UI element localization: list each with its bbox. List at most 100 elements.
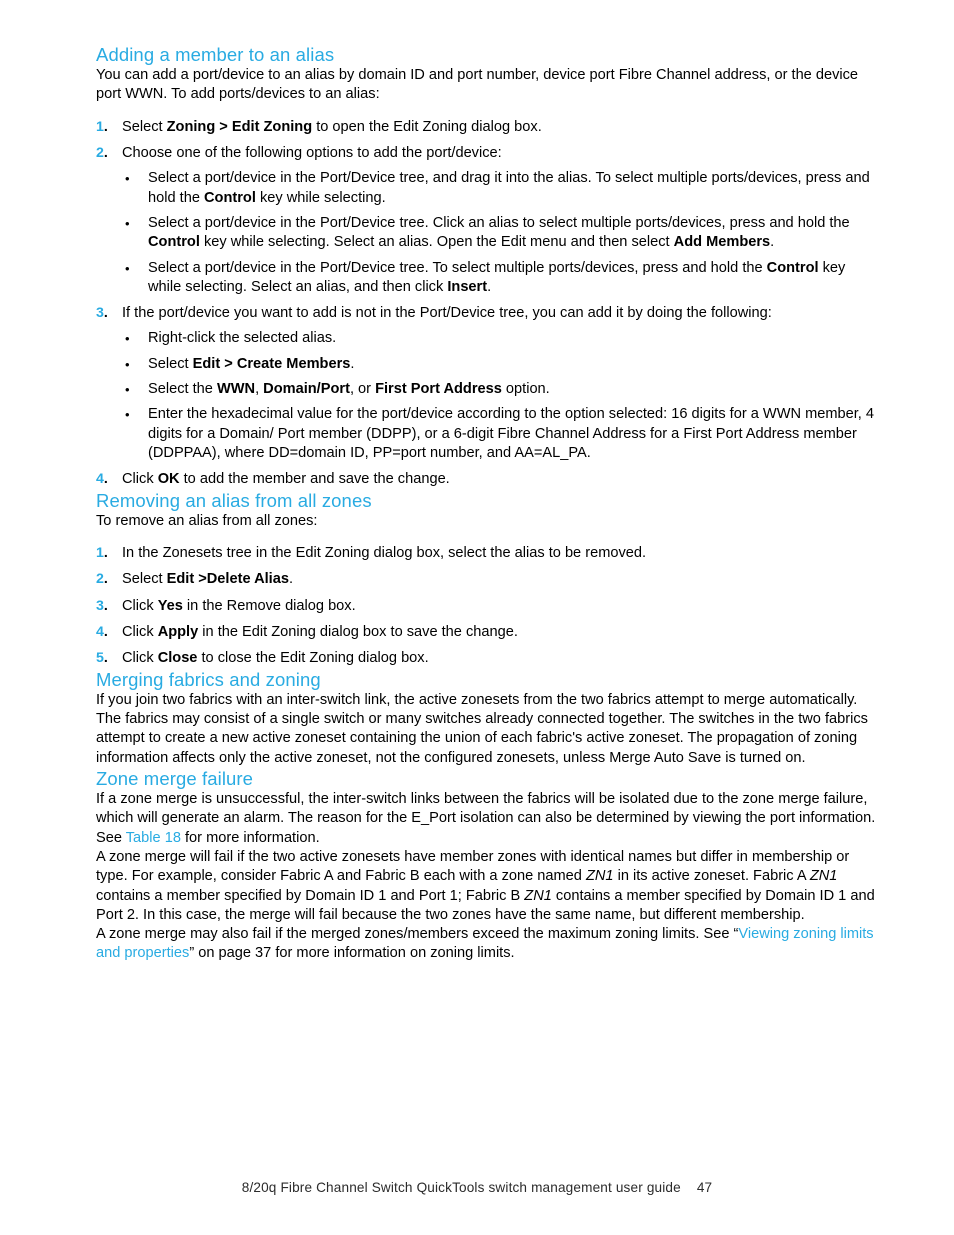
text-run: for more information. [180, 829, 320, 846]
page-content: Adding a member to an alias You can add … [96, 44, 882, 964]
text-run: Right-click the selected alias. [148, 330, 337, 347]
bullet-icon: • [125, 260, 130, 276]
text-run: in its active zoneset. Fabric A [613, 868, 810, 885]
steps-removing-an-alias: 1. In the Zonesets tree in the Edit Zoni… [96, 544, 882, 668]
list-item: • Select a port/device in the Port/Devic… [122, 259, 882, 298]
list-marker: 5. [96, 650, 108, 667]
list-marker: 2. [96, 145, 108, 162]
bullet-icon: • [125, 171, 130, 187]
bold-text: Add Members [673, 234, 771, 251]
text-run: contains a member specified by Domain ID… [96, 887, 525, 904]
list-item-text: Click Close to close the Edit Zoning dia… [122, 650, 429, 666]
paragraph-zone-merge-failure-1: If a zone merge is unsuccessful, the int… [96, 790, 882, 848]
list-marker-period: . [103, 145, 108, 162]
list-marker-period: . [103, 305, 108, 322]
list-item: • Select the WWN, Domain/Port, or First … [122, 380, 882, 399]
text-run: A zone merge may also fail if the merged… [96, 926, 739, 943]
text-run: to open the Edit Zoning dialog box. [312, 118, 542, 135]
text-run: in the Edit Zoning dialog box to save th… [198, 623, 518, 640]
bullet-text: Select a port/device in the Port/Device … [148, 170, 870, 205]
text-run: Select [122, 118, 167, 135]
sub-bullets: • Select a port/device in the Port/Devic… [122, 169, 882, 297]
text-run: to add the member and save the change. [179, 471, 450, 488]
bold-text: Control [148, 234, 200, 251]
text-run: key while selecting. [255, 189, 386, 206]
list-item-text: Choose one of the following options to a… [122, 145, 502, 161]
list-item: 4. Click Apply in the Edit Zoning dialog… [96, 623, 882, 642]
list-item: 5. Click Close to close the Edit Zoning … [96, 649, 882, 668]
sub-bullets: • Right-click the selected alias. • Sele… [122, 329, 882, 463]
list-item: 4. Click OK to add the member and save t… [96, 470, 882, 489]
text-run: Select the [148, 381, 217, 398]
bold-text: Control [766, 259, 819, 276]
list-item: 1. In the Zonesets tree in the Edit Zoni… [96, 544, 882, 563]
footer-title: 8/20q Fibre Channel Switch QuickTools sw… [241, 1180, 681, 1195]
bold-text: Insert [447, 278, 488, 295]
text-run: to close the Edit Zoning dialog box. [197, 650, 429, 667]
list-item-text: Select Edit >Delete Alias. [122, 571, 293, 587]
text-run: , or [349, 381, 376, 398]
bold-text: Zoning > Edit Zoning [166, 118, 313, 135]
cross-reference-link[interactable]: Table 18 [126, 830, 181, 846]
bullet-text: Right-click the selected alias. [148, 330, 336, 346]
page-number: 47 [696, 1180, 713, 1195]
paragraph-zone-merge-failure-3: A zone merge may also fail if the merged… [96, 925, 882, 964]
bold-text: Control [204, 189, 256, 206]
text-run: . [350, 355, 355, 372]
text-run: Select [148, 355, 193, 372]
list-marker: 1. [96, 118, 108, 135]
text-run: in the Remove dialog box. [182, 597, 356, 614]
bullet-text: Select the WWN, Domain/Port, or First Po… [148, 381, 550, 397]
list-marker: 3. [96, 597, 108, 614]
section-heading-zone-merge-failure: Zone merge failure [96, 767, 254, 789]
text-run: Select a port/device in the Port/Device … [148, 214, 850, 231]
text-run: Click [122, 471, 158, 488]
list-item: 1. Select Zoning > Edit Zoning to open t… [96, 118, 882, 137]
section-intro-removing-an-alias: To remove an alias from all zones: [96, 512, 318, 529]
list-marker: 4. [96, 623, 108, 640]
text-run: Enter the hexadecimal value for the port… [148, 406, 875, 461]
text-run: . [770, 234, 775, 251]
text-run: Click [122, 597, 158, 614]
list-item-text: Click Apply in the Edit Zoning dialog bo… [122, 624, 518, 640]
text-run: ” on page 37 for more information on zon… [189, 945, 515, 962]
bold-text: Close [157, 650, 198, 667]
list-item: • Enter the hexadecimal value for the po… [122, 405, 882, 463]
list-marker-period: . [103, 545, 108, 562]
list-marker-period: . [103, 597, 108, 614]
bold-text: First Port Address [375, 381, 502, 398]
bullet-text: Select a port/device in the Port/Device … [148, 215, 850, 250]
list-item: 2. Select Edit >Delete Alias. [96, 570, 882, 589]
text-run: key while selecting. Select an alias. Op… [199, 234, 674, 251]
bold-text: Edit > Create Members [192, 355, 351, 372]
list-marker-period: . [103, 571, 108, 588]
text-run: option. [501, 381, 550, 398]
bold-text: Apply [157, 623, 199, 640]
text-run: If you join two fabrics with an inter-sw… [96, 691, 868, 766]
list-item: 2. Choose one of the following options t… [96, 144, 882, 297]
bullet-text: Enter the hexadecimal value for the port… [148, 406, 874, 461]
bullet-icon: • [125, 356, 130, 372]
list-marker: 4. [96, 471, 108, 488]
text-run: Select [122, 571, 167, 588]
list-marker-period: . [103, 623, 108, 640]
text-run: . [487, 278, 492, 295]
list-item: • Select Edit > Create Members. [122, 355, 882, 374]
text-run: Click [122, 623, 158, 640]
list-item-text: If the port/device you want to add is no… [122, 305, 772, 321]
section-intro-adding-a-member: You can add a port/device to an alias by… [96, 67, 859, 103]
list-marker-period: . [103, 118, 108, 135]
bold-text: Domain/Port [263, 381, 350, 398]
bullet-text: Select a port/device in the Port/Device … [148, 260, 845, 295]
text-run: . [288, 571, 294, 588]
bullet-icon: • [125, 331, 130, 347]
list-item: • Select a port/device in the Port/Devic… [122, 169, 882, 208]
list-item-text: Select Zoning > Edit Zoning to open the … [122, 119, 542, 135]
text-run: If the port/device you want to add is no… [122, 305, 772, 322]
italic-text: ZN1 [585, 868, 614, 885]
list-item: 3. If the port/device you want to add is… [96, 304, 882, 463]
text-run: Choose one of the following options to a… [122, 145, 502, 162]
bullet-icon: • [125, 407, 130, 423]
text-run: Select a port/device in the Port/Device … [148, 259, 767, 276]
bold-text: Edit >Delete Alias [166, 571, 289, 588]
